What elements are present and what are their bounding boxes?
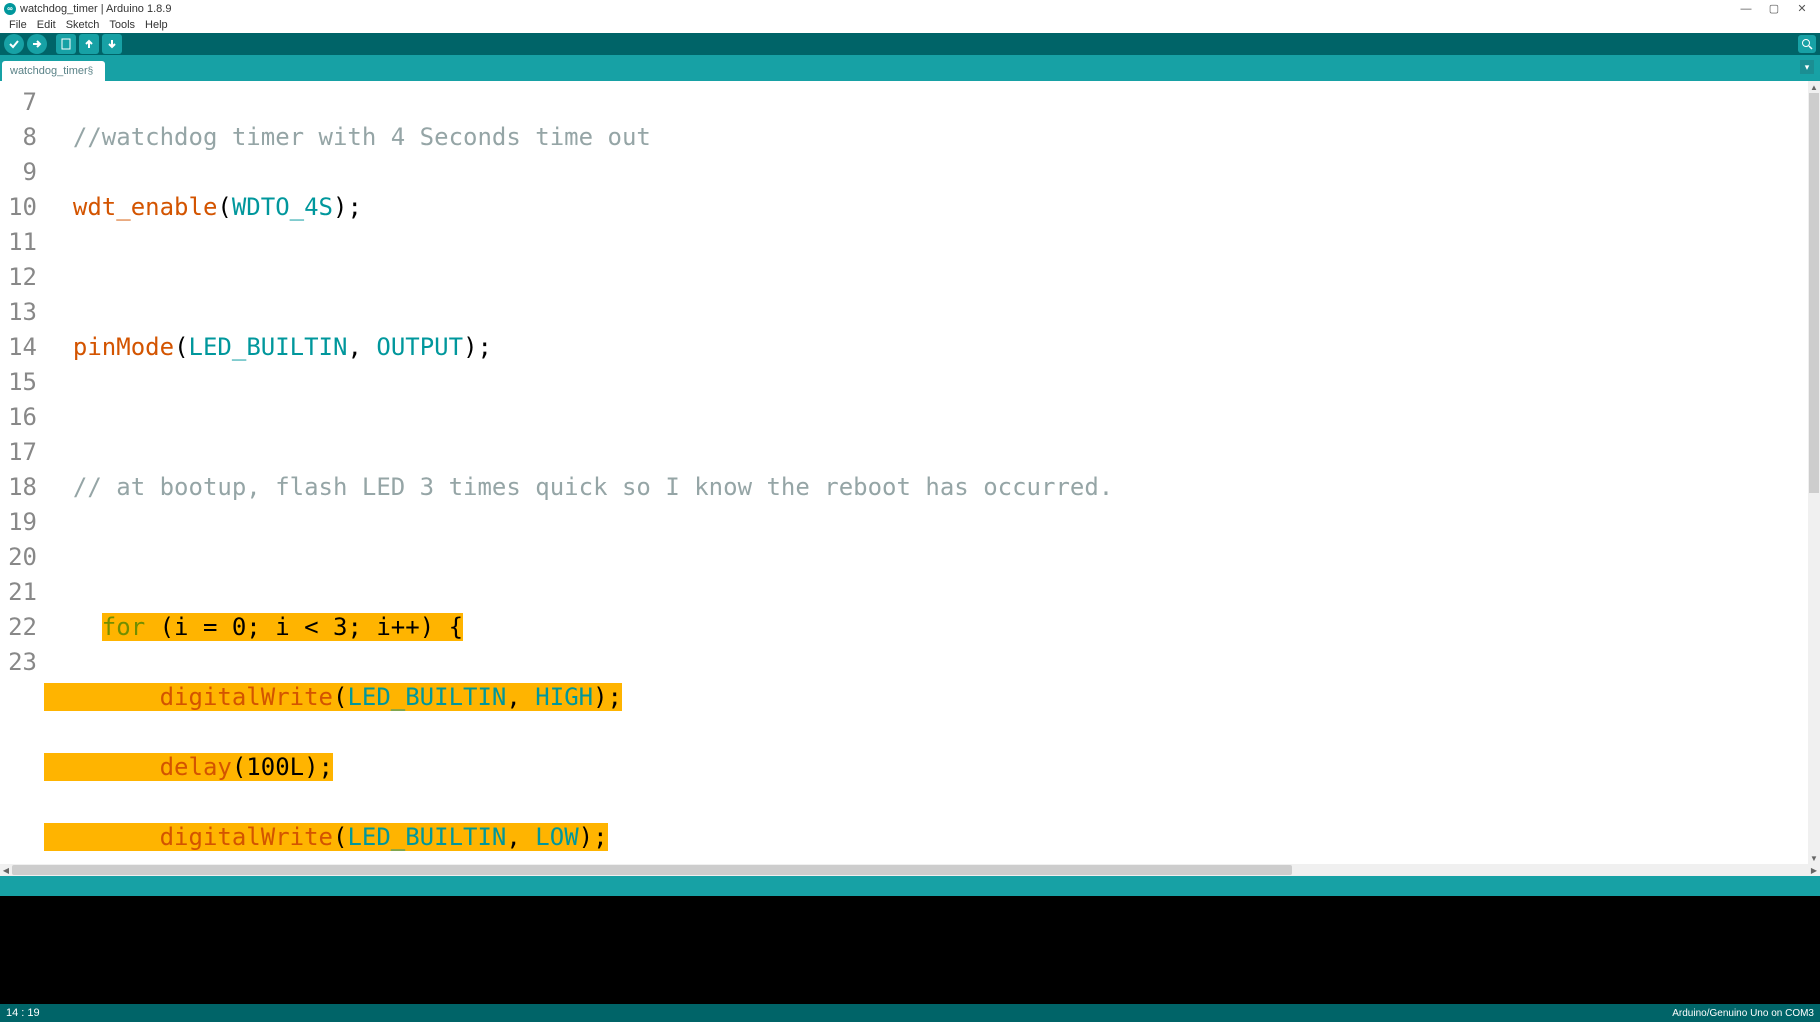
menu-edit[interactable]: Edit [32, 19, 61, 31]
code-line-9[interactable] [42, 260, 1820, 295]
new-button[interactable] [56, 34, 76, 54]
arrow-up-icon [83, 38, 95, 50]
code-line-16[interactable]: delay(100L); [42, 750, 1820, 785]
scroll-thumb[interactable] [12, 865, 1292, 875]
code-area[interactable]: //watchdog timer with 4 Seconds time out… [42, 81, 1820, 864]
tab-watchdog-timer[interactable]: watchdog_timer§ [2, 61, 105, 81]
code-editor[interactable]: 7 8 9 10 11 12 13 14 15 16 17 18 19 20 2… [0, 81, 1820, 864]
board-info: Arduino/Genuino Uno on COM3 [1672, 1008, 1814, 1019]
menu-tools[interactable]: Tools [104, 19, 140, 31]
code-line-12[interactable]: // at bootup, flash LED 3 times quick so… [42, 470, 1820, 505]
arduino-logo-icon: ∞ [4, 3, 16, 15]
line-number: 7 [0, 85, 37, 120]
serial-monitor-button[interactable] [1798, 35, 1816, 53]
close-button[interactable]: ✕ [1788, 0, 1816, 17]
line-number: 15 [0, 365, 37, 400]
magnifier-icon [1801, 38, 1813, 50]
line-number: 20 [0, 540, 37, 575]
line-number: 16 [0, 400, 37, 435]
scroll-up-arrow-icon[interactable]: ▲ [1808, 81, 1820, 93]
tab-modified-indicator: § [88, 66, 94, 77]
menu-help[interactable]: Help [140, 19, 173, 31]
vertical-scrollbar[interactable]: ▲ ▼ [1808, 81, 1820, 864]
check-icon [8, 38, 20, 50]
line-number: 13 [0, 295, 37, 330]
footer-bar: 14 : 19 Arduino/Genuino Uno on COM3 [0, 1004, 1820, 1022]
code-line-10[interactable]: pinMode(LED_BUILTIN, OUTPUT); [42, 330, 1820, 365]
line-number: 23 [0, 645, 37, 680]
status-strip [0, 876, 1820, 896]
line-number: 18 [0, 470, 37, 505]
line-number: 11 [0, 225, 37, 260]
code-line-15[interactable]: digitalWrite(LED_BUILTIN, HIGH); [42, 680, 1820, 715]
code-line-17[interactable]: digitalWrite(LED_BUILTIN, LOW); [42, 820, 1820, 855]
line-number: 14 [0, 330, 37, 365]
line-number: 9 [0, 155, 37, 190]
line-number-gutter: 7 8 9 10 11 12 13 14 15 16 17 18 19 20 2… [0, 81, 42, 864]
scroll-left-arrow-icon[interactable]: ◀ [0, 864, 12, 876]
code-line-8[interactable]: wdt_enable(WDTO_4S); [42, 190, 1820, 225]
tab-menu-dropdown[interactable]: ▾ [1800, 60, 1814, 74]
save-button[interactable] [102, 34, 122, 54]
output-console[interactable] [0, 896, 1820, 1004]
menu-bar: File Edit Sketch Tools Help [0, 17, 1820, 33]
line-number: 8 [0, 120, 37, 155]
line-number: 22 [0, 610, 37, 645]
scroll-thumb[interactable] [1809, 93, 1819, 493]
line-number: 19 [0, 505, 37, 540]
line-number: 12 [0, 260, 37, 295]
horizontal-scrollbar[interactable]: ◀ ▶ [0, 864, 1820, 876]
line-number: 10 [0, 190, 37, 225]
tab-label: watchdog_timer [10, 65, 88, 77]
file-icon [61, 38, 71, 50]
window-title: watchdog_timer | Arduino 1.8.9 [20, 3, 171, 15]
tab-bar: watchdog_timer§ ▾ [0, 55, 1820, 81]
upload-button[interactable] [27, 34, 47, 54]
code-line-11[interactable] [42, 400, 1820, 435]
open-button[interactable] [79, 34, 99, 54]
minimize-button[interactable]: — [1732, 0, 1760, 17]
verify-button[interactable] [4, 34, 24, 54]
code-line-13[interactable] [42, 540, 1820, 575]
maximize-button[interactable]: ▢ [1760, 0, 1788, 17]
arrow-down-icon [106, 38, 118, 50]
line-number: 17 [0, 435, 37, 470]
scroll-down-arrow-icon[interactable]: ▼ [1808, 852, 1820, 864]
menu-file[interactable]: File [4, 19, 32, 31]
scroll-right-arrow-icon[interactable]: ▶ [1808, 864, 1820, 876]
menu-sketch[interactable]: Sketch [61, 19, 105, 31]
code-line-14[interactable]: for (i = 0; i < 3; i++) { [42, 610, 1820, 645]
arrow-right-icon [31, 38, 43, 50]
line-number: 21 [0, 575, 37, 610]
title-bar: ∞ watchdog_timer | Arduino 1.8.9 — ▢ ✕ [0, 0, 1820, 17]
toolbar [0, 33, 1820, 55]
cursor-position: 14 : 19 [6, 1007, 40, 1019]
code-line-7[interactable]: //watchdog timer with 4 Seconds time out [42, 120, 1820, 155]
